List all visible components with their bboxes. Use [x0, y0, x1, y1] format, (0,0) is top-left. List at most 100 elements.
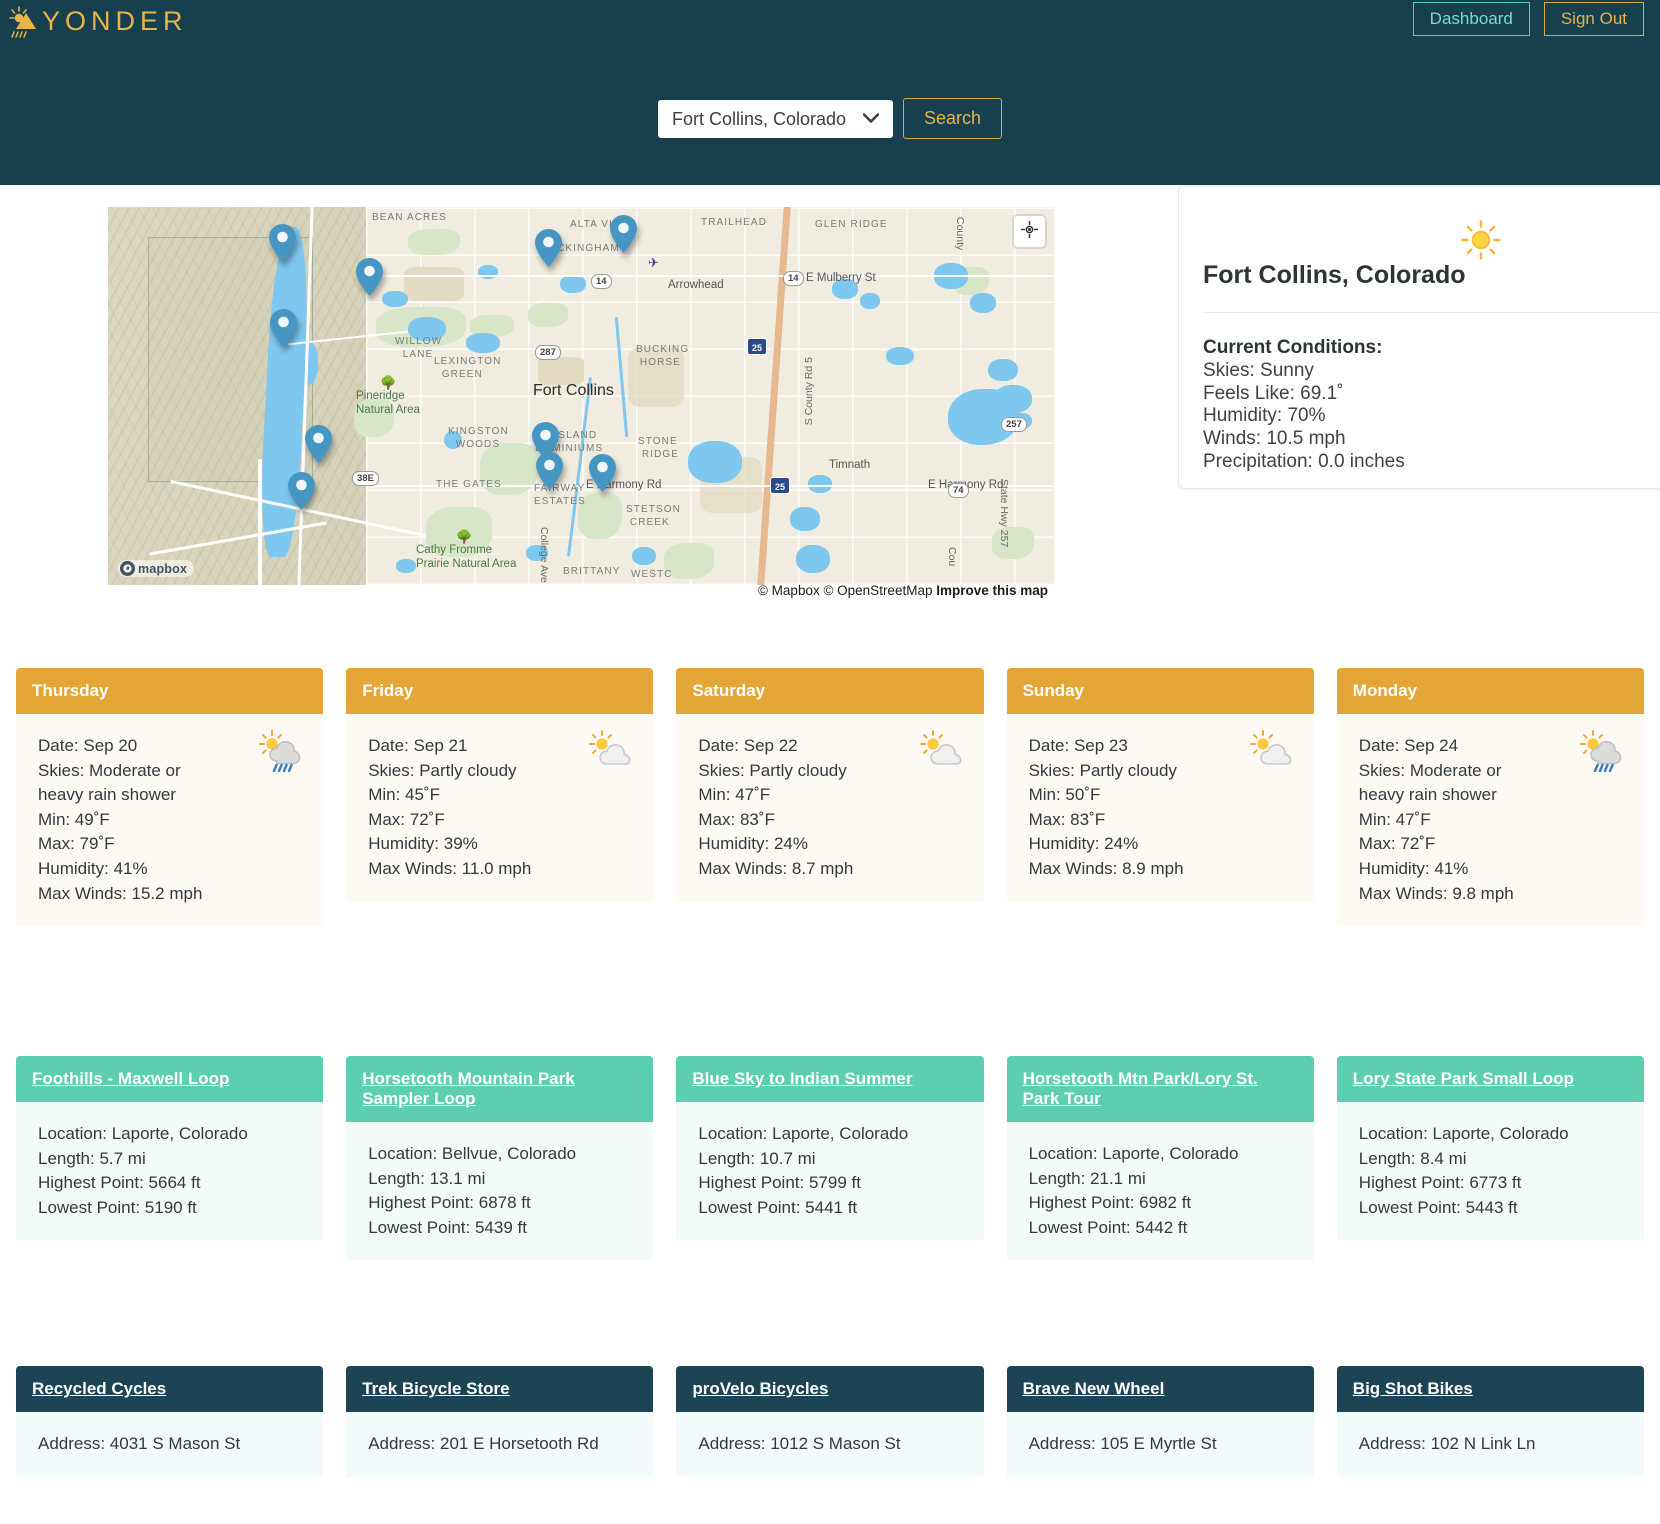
current-humidity: Humidity: 70% [1203, 405, 1326, 427]
trail-card-header: Foothills - Maxwell Loop [16, 1056, 324, 1102]
map-marker[interactable] [356, 258, 383, 296]
trail-lowest-point: Lowest Point: 5441 ft [698, 1197, 858, 1217]
shop-name-link[interactable]: proVelo Bicycles [692, 1379, 828, 1398]
trail-name-link[interactable]: Horsetooth Mountain Park Sampler Loop [362, 1069, 575, 1108]
forecast-max: Max: 72˚F [368, 809, 445, 829]
map-green-area [664, 543, 714, 579]
map-marker[interactable] [610, 215, 637, 253]
trail-card-body: Location: Laporte, Colorado Length: 8.4 … [1336, 1102, 1644, 1241]
map-marker[interactable] [536, 452, 563, 490]
shop-card-body: Address: 102 N Link Ln [1336, 1412, 1644, 1477]
header-actions: Dashboard Sign Out [1412, 2, 1644, 36]
sun-cloud-rain-icon [1578, 730, 1626, 780]
current-conditions-heading: Current Conditions: [1203, 337, 1383, 358]
trail-name-link[interactable]: Foothills - Maxwell Loop [32, 1069, 229, 1088]
map-lake [988, 359, 1018, 381]
sun-cloud-icon [918, 730, 966, 776]
map-lake [808, 475, 832, 493]
route-shield-287: 287 [535, 345, 561, 360]
shop-card: Trek Bicycle Store Address: 201 E Horset… [346, 1366, 654, 1477]
city-select[interactable]: Fort Collins, Colorado [657, 99, 893, 138]
map-lake [860, 293, 880, 309]
route-shield-257: 257 [1001, 417, 1027, 432]
shop-name-link[interactable]: Recycled Cycles [32, 1379, 166, 1398]
shop-address: Address: 1012 S Mason St [698, 1434, 901, 1453]
map-lake [396, 559, 416, 573]
route-shield-74: 74 [948, 483, 969, 498]
shop-card-header: Brave New Wheel [1006, 1366, 1314, 1412]
city-select-wrapper: Fort Collins, Colorado [657, 99, 893, 138]
map-canvas: BEAN ACRES ALTA VISTA TRAILHEAD GLEN RID… [108, 207, 1054, 585]
trail-name-link[interactable]: Horsetooth Mtn Park/Lory St. Park Tour [1023, 1069, 1258, 1108]
trail-highest-point: Highest Point: 5664 ft [38, 1173, 201, 1193]
brand-logo[interactable]: YONDER [8, 2, 188, 40]
site-header: YONDER Dashboard Sign Out Fort Collins, … [0, 0, 1660, 185]
map-marker[interactable] [305, 425, 332, 463]
trail-map[interactable]: BEAN ACRES ALTA VISTA TRAILHEAD GLEN RID… [108, 207, 1054, 585]
forecast-day-label: Sunday [1006, 668, 1314, 714]
shop-address: Address: 105 E Myrtle St [1028, 1434, 1217, 1453]
dashboard-button[interactable]: Dashboard [1412, 2, 1530, 36]
forecast-min: Min: 47˚F [1358, 809, 1431, 829]
trail-highest-point: Highest Point: 5799 ft [698, 1173, 861, 1193]
map-marker[interactable] [270, 309, 297, 347]
improve-map-link[interactable]: Improve this map [936, 583, 1048, 598]
forecast-humidity: Humidity: 39% [368, 834, 478, 854]
forecast-humidity: Humidity: 24% [1028, 834, 1139, 854]
trail-card-header: Blue Sky to Indian Summer [676, 1056, 984, 1102]
route-shield-14: 14 [783, 271, 804, 286]
map-marker[interactable] [269, 224, 296, 262]
trail-name-link[interactable]: Lory State Park Small Loop [1353, 1069, 1574, 1088]
shop-card: Big Shot Bikes Address: 102 N Link Ln [1336, 1366, 1644, 1477]
trail-lowest-point: Lowest Point: 5442 ft [1028, 1217, 1188, 1237]
route-shield-14: 14 [591, 274, 612, 289]
map-marker[interactable] [288, 472, 315, 510]
map-lake [790, 507, 820, 531]
map-marker[interactable] [589, 454, 616, 492]
map-marker[interactable] [535, 229, 562, 267]
shop-address: Address: 102 N Link Ln [1358, 1434, 1536, 1453]
shop-name-link[interactable]: Trek Bicycle Store [362, 1379, 509, 1398]
route-shield-i25: 25 [770, 477, 791, 494]
trail-highest-point: Highest Point: 6878 ft [368, 1193, 531, 1213]
map-green-area [578, 493, 622, 539]
trail-name-link[interactable]: Blue Sky to Indian Summer [692, 1069, 912, 1088]
map-land-parcel [628, 347, 684, 407]
shop-card-header: Big Shot Bikes [1336, 1366, 1644, 1412]
geolocate-button[interactable] [1014, 216, 1045, 247]
trail-card: Horsetooth Mtn Park/Lory St. Park Tour L… [1006, 1056, 1314, 1261]
trail-location: Location: Laporte, Colorado [1028, 1144, 1239, 1163]
search-button[interactable]: Search [902, 98, 1003, 139]
current-weather-card: Fort Collins, Colorado Current Condition… [1178, 185, 1660, 489]
trail-location: Location: Bellvue, Colorado [368, 1144, 577, 1163]
forecast-card-body: Date: Sep 22 Skies: Partly cloudy Min: 4… [676, 714, 984, 902]
trail-card: Horsetooth Mountain Park Sampler Loop Lo… [346, 1056, 654, 1261]
mapbox-wordmark: mapbox [138, 561, 188, 576]
trail-card-body: Location: Bellvue, Colorado Length: 13.1… [346, 1122, 654, 1261]
bike-shops-grid: Recycled Cycles Address: 4031 S Mason St… [16, 1366, 1644, 1477]
mapbox-logo[interactable]: mapbox [118, 560, 195, 577]
forecast-min: Min: 49˚F [38, 809, 110, 829]
shop-card-header: proVelo Bicycles [676, 1366, 984, 1412]
sun-cloud-icon [1248, 730, 1296, 776]
trail-length: Length: 8.4 mi [1358, 1148, 1467, 1168]
shop-name-link[interactable]: Big Shot Bikes [1353, 1379, 1473, 1398]
map-lake [526, 545, 548, 561]
forecast-card-body: Date: Sep 21 Skies: Partly cloudy Min: 4… [346, 714, 654, 902]
trail-lowest-point: Lowest Point: 5443 ft [1358, 1197, 1518, 1217]
shop-name-link[interactable]: Brave New Wheel [1023, 1379, 1165, 1398]
sign-out-button[interactable]: Sign Out [1543, 2, 1644, 36]
forecast-humidity: Humidity: 41% [38, 858, 148, 878]
map-lake [466, 333, 500, 353]
map-green-area [426, 507, 492, 557]
shop-card-body: Address: 1012 S Mason St [676, 1412, 984, 1477]
forecast-day-label: Friday [346, 668, 654, 714]
trail-card: Lory State Park Small Loop Location: Lap… [1336, 1056, 1644, 1241]
map-lake [632, 547, 656, 565]
trail-card-header: Horsetooth Mtn Park/Lory St. Park Tour [1006, 1056, 1314, 1122]
shop-card-body: Address: 201 E Horsetooth Rd [346, 1412, 654, 1477]
map-land-parcel [538, 357, 584, 385]
map-and-weather-section: BEAN ACRES ALTA VISTA TRAILHEAD GLEN RID… [0, 185, 1660, 630]
trail-card: Blue Sky to Indian Summer Location: Lapo… [676, 1056, 984, 1241]
current-skies: Skies: Sunny [1203, 359, 1314, 381]
